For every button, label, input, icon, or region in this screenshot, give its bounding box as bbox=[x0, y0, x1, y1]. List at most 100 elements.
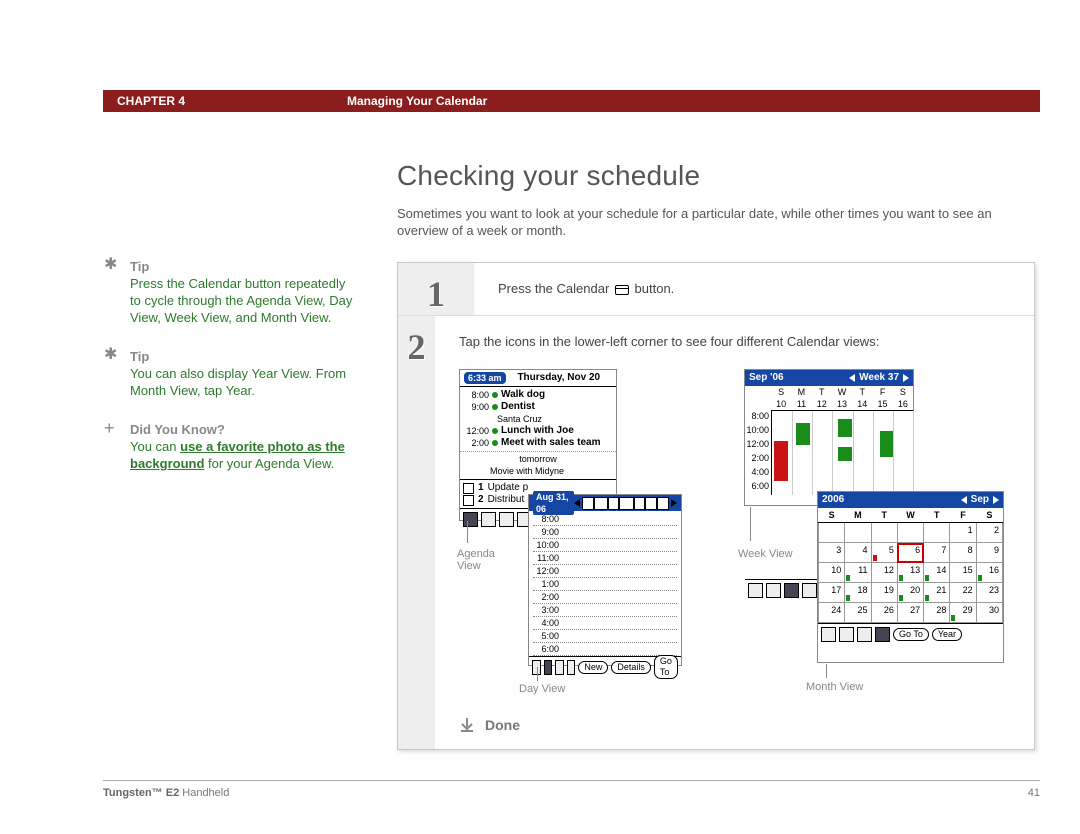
day-view-icon[interactable] bbox=[839, 627, 854, 642]
day-caption: Day View bbox=[519, 683, 565, 695]
month-view-icon[interactable] bbox=[802, 583, 817, 598]
step-number: 2 bbox=[408, 326, 426, 368]
product-name-rest: Handheld bbox=[179, 787, 229, 799]
tip-icon: ✱ bbox=[104, 258, 126, 272]
product-name: Tungsten™ E2 Handheld bbox=[103, 787, 229, 799]
month-view-screenshot: 2006 Sep SMTWTFS123456789101112131415161… bbox=[817, 491, 1004, 663]
did-you-know: + Did You Know? You can use a favorite p… bbox=[106, 421, 356, 472]
week-view-screenshot: Sep '06 Week 37 SMTWTFS10111213141516 8:… bbox=[744, 369, 914, 506]
day-slot: 11:00 bbox=[533, 552, 677, 565]
day-slot: 10:00 bbox=[533, 539, 677, 552]
day-slot: 6:00 bbox=[533, 643, 677, 656]
section-title: Managing Your Calendar bbox=[347, 94, 487, 108]
agenda-event: 12:00 Lunch with Joe bbox=[463, 425, 613, 437]
page-title: Checking your schedule bbox=[397, 160, 700, 192]
day-view-screenshot: Aug 31, 06 SMTWTFS 8:009:0010:0011:0012:… bbox=[528, 494, 682, 666]
agenda-view-icon[interactable] bbox=[463, 512, 478, 527]
step-2-text: Tap the icons in the lower-left corner t… bbox=[459, 334, 1014, 349]
month-name: Sep bbox=[971, 494, 989, 506]
dyk-pre: You can bbox=[130, 439, 180, 454]
page-footer: Tungsten™ E2 Handheld 41 bbox=[103, 780, 1040, 799]
agenda-time: 6:33 am bbox=[464, 372, 506, 384]
tomorrow-item: Movie with Midyne bbox=[460, 465, 616, 479]
day-slot: 2:00 bbox=[533, 591, 677, 604]
tomorrow-label: tomorrow bbox=[460, 451, 616, 465]
done-row: Done bbox=[459, 717, 1014, 733]
step-number: 1 bbox=[427, 273, 445, 315]
year-button[interactable]: Year bbox=[932, 628, 962, 641]
step-1-text-a: Press the Calendar bbox=[498, 281, 613, 296]
event-block bbox=[774, 441, 788, 481]
event-block bbox=[838, 447, 852, 461]
month-view-icon[interactable] bbox=[567, 660, 576, 675]
next-day-icon[interactable] bbox=[671, 499, 677, 507]
agenda-view-icon[interactable] bbox=[821, 627, 836, 642]
calendar-button-icon bbox=[615, 285, 629, 295]
day-view-icon[interactable] bbox=[766, 583, 781, 598]
leader-line bbox=[826, 664, 827, 678]
day-slot: 4:00 bbox=[533, 617, 677, 630]
day-slot: 8:00 bbox=[533, 513, 677, 526]
step-2-body: Tap the icons in the lower-left corner t… bbox=[435, 316, 1034, 749]
week-month: Sep '06 bbox=[749, 372, 784, 384]
agenda-event: 2:00 Meet with sales team bbox=[463, 437, 613, 449]
step-2-row: 2 Tap the icons in the lower-left corner… bbox=[398, 316, 1034, 749]
agenda-event: 8:00 Walk dog bbox=[463, 389, 613, 401]
step-1-row: 1 Press the Calendar button. bbox=[398, 263, 1034, 316]
details-button[interactable]: Details bbox=[611, 661, 651, 674]
agenda-date: Thursday, Nov 20 bbox=[506, 372, 612, 384]
week-caption: Week View bbox=[738, 548, 793, 560]
week-view-icon[interactable] bbox=[555, 660, 564, 675]
tip-1: ✱ Tip Press the Calendar button repeated… bbox=[106, 258, 356, 326]
screenshots-row: 6:33 am Thursday, Nov 20 8:00 Walk dog 9… bbox=[459, 369, 1014, 689]
dyk-post: for your Agenda View. bbox=[204, 456, 334, 471]
leader-line bbox=[537, 667, 538, 681]
week-view-icon[interactable] bbox=[857, 627, 872, 642]
day-slot: 3:00 bbox=[533, 604, 677, 617]
week-view-icon[interactable] bbox=[784, 583, 799, 598]
goto-button[interactable]: Go To bbox=[893, 628, 929, 641]
month-grid: SMTWTFS123456789101112131415161718192021… bbox=[818, 508, 1003, 623]
leader-line bbox=[750, 507, 751, 541]
leader-line bbox=[467, 521, 468, 543]
prev-day-icon[interactable] bbox=[574, 499, 580, 507]
product-name-bold: Tungsten™ E2 bbox=[103, 787, 179, 799]
week-view-icon[interactable] bbox=[499, 512, 514, 527]
tip-label: Tip bbox=[130, 259, 149, 274]
step-1-body: Press the Calendar button. bbox=[474, 263, 1034, 315]
tip-body: Press the Calendar button repeatedly to … bbox=[130, 276, 352, 325]
month-view-icon[interactable] bbox=[875, 627, 890, 642]
page-number: 41 bbox=[1028, 787, 1040, 799]
prev-month-icon[interactable] bbox=[961, 496, 967, 504]
goto-button[interactable]: Go To bbox=[654, 655, 678, 679]
tip-2: ✱ Tip You can also display Year View. Fr… bbox=[106, 348, 356, 399]
month-caption: Month View bbox=[806, 681, 863, 693]
agenda-view-icon[interactable] bbox=[748, 583, 763, 598]
prev-week-icon[interactable] bbox=[849, 374, 855, 382]
next-week-icon[interactable] bbox=[903, 374, 909, 382]
agenda-caption: Agenda View bbox=[457, 548, 507, 572]
tip-body: You can also display Year View. From Mon… bbox=[130, 366, 346, 398]
next-month-icon[interactable] bbox=[993, 496, 999, 504]
plus-icon: + bbox=[104, 421, 126, 435]
day-view-icon[interactable] bbox=[481, 512, 496, 527]
tip-icon: ✱ bbox=[104, 348, 126, 362]
day-view-icon[interactable] bbox=[544, 660, 553, 675]
agenda-event: 9:00 Dentist bbox=[463, 401, 613, 413]
day-slot: 5:00 bbox=[533, 630, 677, 643]
tip-label: Tip bbox=[130, 349, 149, 364]
chapter-header-bar: CHAPTER 4 Managing Your Calendar bbox=[103, 90, 1040, 112]
step-1-text-b: button. bbox=[635, 281, 675, 296]
month-year: 2006 bbox=[822, 494, 844, 506]
chapter-label: CHAPTER 4 bbox=[117, 94, 347, 108]
dyk-label: Did You Know? bbox=[130, 422, 225, 437]
day-slot: 12:00 bbox=[533, 565, 677, 578]
day-slot: 1:00 bbox=[533, 578, 677, 591]
event-block bbox=[838, 419, 852, 437]
event-block bbox=[796, 423, 810, 445]
done-arrow-icon bbox=[459, 717, 475, 733]
steps-panel: 1 Press the Calendar button. 2 Tap the i… bbox=[397, 262, 1035, 750]
new-button[interactable]: New bbox=[578, 661, 608, 674]
day-date: Aug 31, 06 bbox=[533, 491, 574, 515]
done-label: Done bbox=[485, 717, 520, 733]
